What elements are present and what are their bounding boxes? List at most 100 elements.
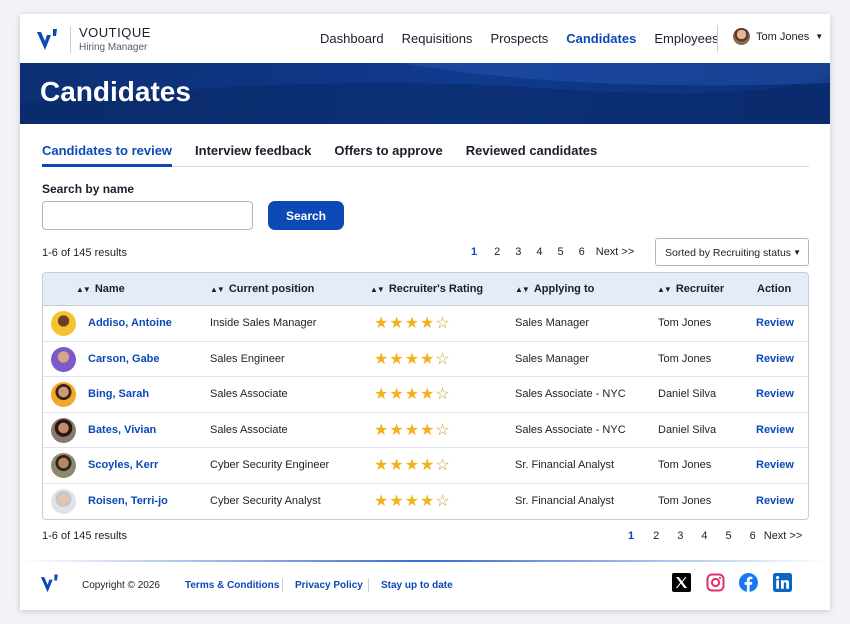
rating-stars: ★★★★☆	[374, 420, 451, 440]
candidate-name-link[interactable]: Bates, Vivian	[88, 424, 156, 436]
star-filled-icon: ★	[374, 350, 390, 368]
footer-separator	[282, 578, 283, 592]
instagram-icon[interactable]	[706, 573, 725, 592]
page-5[interactable]: 5	[726, 530, 732, 542]
page-3[interactable]: 3	[677, 530, 683, 542]
current-position: Sales Engineer	[210, 352, 285, 365]
page-4[interactable]: 4	[536, 246, 542, 258]
tab-interview-feedback[interactable]: Interview feedback	[195, 139, 311, 167]
col-action: Action	[757, 283, 791, 295]
table-row: Carson, Gabe Sales Engineer ★★★★☆ Sales Man…	[43, 342, 808, 377]
current-position: Sales Associate	[210, 388, 288, 400]
table-header: ▲▼ Name ▲▼ Current position ▲▼ Recruiter's …	[43, 273, 808, 306]
x-icon[interactable]	[672, 573, 691, 592]
star-filled-icon: ★	[404, 350, 421, 368]
col-current-position[interactable]: ▲▼ Current position	[210, 283, 314, 295]
star-filled-icon: ★	[404, 492, 421, 510]
candidate-name-link[interactable]: Carson, Gabe	[88, 353, 160, 365]
nav-requisitions[interactable]: Requisitions	[402, 31, 473, 46]
candidate-avatar	[51, 488, 76, 514]
sort-icon: ▲▼	[210, 285, 225, 294]
page-3[interactable]: 3	[515, 246, 521, 258]
rating-stars: ★★★★☆	[374, 455, 451, 475]
brand-subtitle: Hiring Manager	[79, 42, 148, 53]
review-link[interactable]: Review	[756, 424, 794, 436]
review-link[interactable]: Review	[756, 353, 794, 365]
candidate-name-link[interactable]: Addiso, Antoine	[88, 317, 172, 329]
nav-candidates[interactable]: Candidates	[566, 31, 636, 46]
terms-link[interactable]: Terms & Conditions	[185, 580, 279, 591]
star-empty-icon: ☆	[435, 350, 451, 368]
nav-prospects[interactable]: Prospects	[490, 31, 548, 46]
next-page-link[interactable]: Next >>	[764, 530, 803, 542]
candidate-name-link[interactable]: Scoyles, Kerr	[88, 459, 158, 471]
applying-to: Sr. Financial Analyst	[515, 459, 615, 471]
rating-stars: ★★★★☆	[374, 384, 451, 404]
linkedin-icon[interactable]	[773, 573, 792, 592]
star-filled-icon: ★	[404, 315, 421, 332]
col-recruiter[interactable]: ▲▼ Recruiter	[657, 283, 724, 295]
voutique-logo-icon[interactable]	[40, 572, 62, 594]
rating-stars: ★★★★☆	[374, 491, 451, 511]
review-link[interactable]: Review	[756, 495, 794, 507]
review-link[interactable]: Review	[756, 317, 794, 329]
sort-icon: ▲▼	[657, 285, 672, 294]
chevron-down-icon: ▼	[793, 248, 801, 257]
user-name: Tom Jones	[756, 30, 810, 43]
recruiter: Tom Jones	[658, 317, 712, 329]
tab-candidates-to-review[interactable]: Candidates to review	[42, 139, 173, 167]
recruiter: Tom Jones	[658, 459, 712, 471]
privacy-link[interactable]: Privacy Policy	[295, 580, 363, 591]
search-input[interactable]	[42, 201, 253, 230]
current-position: Cyber Security Engineer	[210, 459, 330, 471]
col-name[interactable]: ▲▼ Name	[76, 283, 125, 295]
stay-up-to-date-link[interactable]: Stay up to date	[381, 580, 453, 591]
col-rating[interactable]: ▲▼ Recruiter's Rating	[370, 283, 483, 295]
col-applying-to[interactable]: ▲▼ Applying to	[515, 283, 594, 295]
page-2[interactable]: 2	[653, 530, 659, 542]
sort-select[interactable]: Sorted by Recruiting status ▼	[655, 238, 809, 266]
recruiter: Tom Jones	[658, 494, 712, 507]
sort-icon: ▲▼	[515, 285, 530, 294]
table-body: Addiso, Antoine Inside Sales Manager ★★★★☆…	[43, 306, 808, 519]
col-name-label: Name	[94, 283, 125, 295]
results-count-bottom: 1-6 of 145 results	[42, 530, 127, 542]
recruiter: Daniel Silva	[658, 423, 717, 436]
star-filled-icon: ★	[389, 492, 405, 510]
star-filled-icon: ★	[420, 421, 436, 439]
star-empty-icon: ☆	[435, 315, 451, 332]
applying-to: Sales Manager	[515, 352, 589, 365]
page-6[interactable]: 6	[579, 246, 585, 258]
page-1[interactable]: 1	[628, 530, 634, 542]
star-empty-icon: ☆	[435, 421, 451, 439]
nav-dashboard[interactable]: Dashboard	[320, 31, 384, 46]
search-button[interactable]: Search	[268, 201, 344, 230]
nav-employees[interactable]: Employees	[654, 31, 718, 46]
page-2[interactable]: 2	[494, 246, 500, 258]
tab-offers-to-approve[interactable]: Offers to approve	[334, 139, 442, 167]
facebook-icon[interactable]	[739, 573, 758, 592]
applying-to: Sales Associate - NYC	[515, 388, 626, 400]
page-6[interactable]: 6	[750, 530, 756, 542]
app-frame: VOUTIQUE Hiring Manager Dashboard Requis…	[20, 14, 830, 610]
review-link[interactable]: Review	[756, 388, 794, 400]
user-menu[interactable]: Tom Jones ▼	[733, 28, 823, 45]
tab-reviewed-candidates[interactable]: Reviewed candidates	[466, 139, 598, 167]
voutique-logo-icon[interactable]	[36, 26, 62, 52]
candidate-name-link[interactable]: Bing, Sarah	[88, 388, 149, 400]
star-filled-icon: ★	[374, 315, 390, 332]
star-filled-icon: ★	[374, 457, 390, 474]
page-5[interactable]: 5	[558, 246, 564, 258]
footer-separator	[368, 578, 369, 592]
footer-divider	[20, 560, 830, 562]
page-4[interactable]: 4	[701, 530, 707, 542]
search-label: Search by name	[42, 182, 135, 196]
current-position: Cyber Security Analyst	[210, 494, 321, 507]
star-filled-icon: ★	[389, 315, 405, 332]
review-link[interactable]: Review	[756, 459, 794, 471]
table-row: Roisen, Terri-jo Cyber Security Analyst ★★…	[43, 484, 808, 520]
candidate-name-link[interactable]: Roisen, Terri-jo	[88, 495, 168, 507]
candidate-avatar	[51, 382, 76, 407]
page-1[interactable]: 1	[471, 246, 477, 258]
next-page-link[interactable]: Next >>	[596, 246, 635, 258]
